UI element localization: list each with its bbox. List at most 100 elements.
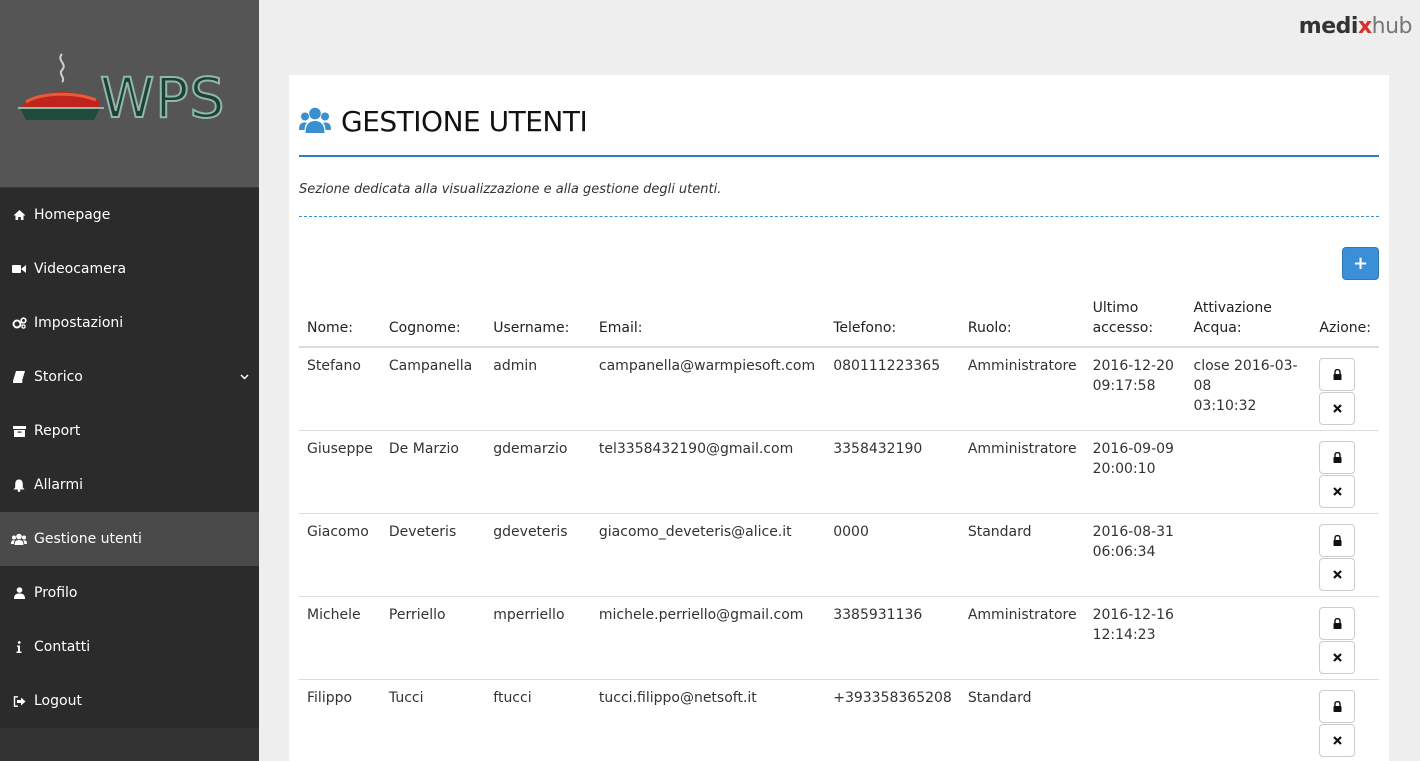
title-divider [299,155,1379,157]
accesso-ora: 09:17:58 [1092,378,1156,394]
attivazione-line1: close 2016-03-08 [1193,358,1298,394]
accesso-data: 2016-12-16 [1092,606,1174,623]
logo-area: WPS [0,0,259,188]
header-username: Username: [485,295,591,348]
brand-logo: medixhub [1298,14,1413,39]
chevron-down-icon[interactable] [240,368,249,384]
sidebar-item-impostazioni[interactable]: Impostazioni [0,296,259,350]
sidebar-item-report[interactable]: Report [0,404,259,458]
sidebar-item-homepage[interactable]: Homepage [0,188,259,242]
cell-telefono: 3385931136 [825,596,960,680]
cell-azione [1311,347,1379,431]
cell-azione [1311,430,1379,514]
close-icon [1333,404,1342,413]
cell-telefono: 0000 [825,513,960,597]
delete-button[interactable] [1319,723,1356,757]
sidebar-item-label: Storico [34,369,83,385]
sidebar-item-allarmi[interactable]: Allarmi [0,458,259,512]
lock-icon [1333,369,1342,380]
cell-ruolo: Amministratore [959,430,1085,514]
cell-azione [1311,679,1379,761]
cell-email: tucci.filippo@netsoft.it [590,679,826,761]
header-ultimo-accesso: Ultimo accesso: [1084,295,1186,348]
cell-ultimo-accesso [1084,679,1186,761]
brand-part-3: hub [1371,14,1413,39]
cell-email: tel3358432190@gmail.com [590,430,826,514]
user-icon [10,587,28,599]
table-row: Giuseppe De Marzio gdemarzio tel33584321… [299,430,1379,514]
table-header-row: Nome: Cognome: Username: Email: Telefono… [299,295,1379,348]
add-user-button[interactable]: + [1342,247,1379,280]
sidebar-item-label: Profilo [34,585,78,601]
logo-text: WPS [99,65,226,131]
cell-nome: Filippo [299,679,381,761]
header-attivazione: Attivazione Acqua: [1185,295,1312,348]
lock-button[interactable] [1319,523,1356,557]
info-icon [10,641,28,653]
section-divider [299,216,1379,217]
cell-attivazione [1185,430,1312,514]
sidebar-item-label: Homepage [34,207,111,223]
cell-username: gdeveteris [485,513,591,597]
archive-icon [10,425,28,437]
close-icon [1333,735,1342,745]
cell-nome: Giuseppe [299,430,381,514]
gears-icon [10,317,28,329]
cell-email: michele.perriello@gmail.com [590,596,826,680]
attivazione-line2: 03:10:32 [1193,398,1257,414]
main-panel: GESTIONE UTENTI Sezione dedicata alla vi… [289,75,1389,761]
lock-button[interactable] [1319,440,1356,474]
plus-icon: + [1352,252,1369,274]
sidebar-item-profilo[interactable]: Profilo [0,566,259,620]
table-row: Filippo Tucci ftucci tucci.filippo@netso… [299,679,1379,761]
sidebar-item-videocamera[interactable]: Videocamera [0,242,259,296]
accesso-data: 2016-09-09 [1092,440,1174,457]
video-icon [10,264,28,274]
accesso-ora: 12:14:23 [1092,626,1156,643]
accesso-data: 2016-08-31 [1092,523,1174,540]
book-icon [10,371,28,383]
delete-button[interactable] [1319,474,1356,508]
delete-button[interactable] [1319,557,1356,591]
close-icon [1333,652,1342,662]
sidebar-item-gestione-utenti[interactable]: Gestione utenti [0,512,259,566]
table-row: Stefano Campanella admin campanella@warm… [299,347,1379,431]
cell-attivazione [1185,596,1312,680]
page-header: GESTIONE UTENTI [299,105,588,138]
bell-icon [10,479,28,492]
cell-telefono: 080111223365 [825,347,960,431]
header-email: Email: [590,295,826,348]
cell-nome: Giacomo [299,513,381,597]
lock-button[interactable] [1319,358,1356,391]
accesso-data: 2016-12-20 [1092,358,1174,374]
cell-attivazione [1185,513,1312,597]
cell-ruolo: Amministratore [959,347,1085,431]
cell-ultimo-accesso: 2016-08-31 06:06:34 [1084,513,1186,597]
header-ruolo: Ruolo: [959,295,1085,348]
logo-pie-icon [18,53,104,120]
cell-username: admin [485,347,591,431]
sidebar: WPS Homepage Videocamera Impostazioni St… [0,0,259,761]
cell-azione [1311,513,1379,597]
cell-cognome: Perriello [380,596,486,680]
cell-nome: Stefano [299,347,381,431]
sidebar-item-contatti[interactable]: Contatti [0,620,259,674]
delete-button[interactable] [1319,392,1356,425]
lock-button[interactable] [1319,606,1356,640]
cell-telefono: +393358365208 [825,679,960,761]
sidebar-item-label: Gestione utenti [34,531,142,547]
sidebar-item-label: Impostazioni [34,315,124,331]
header-azione: Azione: [1311,295,1379,348]
sidebar-item-storico[interactable]: Storico [0,350,259,404]
lock-icon [1333,617,1342,629]
page-title: GESTIONE UTENTI [341,105,588,138]
brand-part-1: medi [1298,14,1359,39]
sidebar-item-logout[interactable]: Logout [0,674,259,728]
lock-button[interactable] [1319,689,1356,723]
accesso-ora: 06:06:34 [1092,543,1156,560]
cell-email: giacomo_deveteris@alice.it [590,513,826,597]
cell-ultimo-accesso: 2016-09-09 20:00:10 [1084,430,1186,514]
delete-button[interactable] [1319,640,1356,674]
header-telefono: Telefono: [825,295,960,348]
close-icon [1333,569,1342,579]
